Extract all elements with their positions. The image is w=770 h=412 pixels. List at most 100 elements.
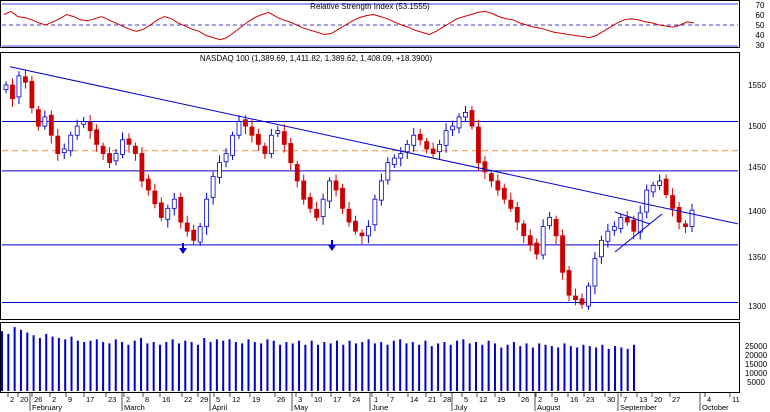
- month-label: July: [454, 403, 468, 412]
- date-tick-label: 26: [521, 395, 529, 404]
- month-label: June: [372, 403, 388, 412]
- candle-body: [100, 145, 106, 154]
- candle-body: [55, 135, 61, 154]
- candle-body: [534, 242, 540, 255]
- month-label: March: [124, 403, 145, 412]
- candle-body: [598, 239, 604, 258]
- candle-body: [107, 153, 112, 164]
- candle-body: [553, 218, 559, 237]
- candle-body: [3, 84, 9, 90]
- candle-body: [255, 133, 261, 145]
- month-label: February: [32, 403, 62, 412]
- price-title: NASDAQ 100 (1,389.69, 1,411.82, 1,389.62…: [200, 54, 433, 63]
- volume-ytick-label: 20000: [745, 351, 768, 360]
- candle-body: [482, 161, 488, 173]
- candle-body: [366, 226, 371, 237]
- candle-body: [94, 129, 100, 145]
- month-label: October: [702, 403, 729, 412]
- candle-body: [126, 138, 132, 145]
- price-ytick-label: 1400: [748, 207, 766, 216]
- candle-body: [191, 229, 197, 241]
- date-tick-label: 2: [10, 395, 14, 404]
- candle-body: [469, 110, 475, 127]
- candle-body: [573, 295, 578, 301]
- candle-body: [437, 143, 443, 153]
- candle-body: [113, 153, 119, 162]
- price-ytick-label: 1500: [748, 122, 766, 131]
- candle-body: [644, 189, 650, 213]
- rsi-ytick-label: 60: [756, 11, 765, 20]
- date-tick-label: 12: [479, 395, 487, 404]
- date-tick-label: 16: [570, 395, 578, 404]
- candle-body: [359, 232, 365, 237]
- candle-body: [139, 153, 145, 182]
- date-tick-label: 20: [20, 395, 28, 404]
- candle-body: [29, 80, 35, 109]
- date-tick-label: 16: [162, 395, 170, 404]
- candle-body: [230, 134, 235, 156]
- candle-body: [495, 180, 501, 191]
- date-tick-label: 29: [200, 395, 208, 404]
- date-tick-label: 14: [410, 395, 418, 404]
- candle-body: [579, 298, 585, 305]
- candle-body: [61, 148, 67, 154]
- candle-body: [521, 223, 527, 237]
- candle-body: [217, 162, 222, 178]
- candle-body: [411, 134, 417, 146]
- price-ytick-label: 1450: [748, 163, 766, 172]
- candle-body: [184, 222, 190, 232]
- candle-body: [301, 180, 307, 200]
- candle-body: [631, 219, 637, 232]
- candle-body: [307, 196, 313, 209]
- candle-body: [443, 130, 449, 146]
- price-panel-frame: [0, 52, 740, 320]
- candle-body: [133, 145, 138, 154]
- candle-body: [650, 185, 656, 193]
- candle-body: [353, 220, 358, 232]
- date-tick-label: 7: [390, 395, 394, 404]
- candle-body: [540, 226, 546, 256]
- rsi-title: Relative Strength Index (53.1555): [310, 2, 430, 11]
- candle-body: [450, 125, 455, 131]
- candle-body: [178, 196, 184, 223]
- candle-body: [35, 109, 41, 127]
- candle-body: [560, 235, 565, 273]
- date-tick-label: 19: [497, 395, 505, 404]
- price-ytick-label: 1350: [748, 253, 766, 262]
- volume-ytick-label: 10000: [745, 369, 768, 378]
- date-tick-label: 10: [314, 395, 322, 404]
- candle-body: [456, 116, 462, 129]
- candle-body: [197, 226, 203, 243]
- date-tick-label: 21: [428, 395, 436, 404]
- candle-body: [320, 198, 326, 217]
- candle-body: [294, 164, 300, 182]
- candle-body: [501, 187, 507, 200]
- rsi-ytick-label: 40: [756, 31, 765, 40]
- candle-body: [10, 84, 15, 100]
- candle-body: [236, 121, 242, 136]
- candle-body: [527, 235, 533, 246]
- candle-body: [87, 122, 93, 132]
- date-tick-label: 12: [232, 395, 240, 404]
- candle-body: [657, 180, 663, 186]
- date-tick-label: 23: [108, 395, 116, 404]
- date-tick-label: 28: [443, 395, 451, 404]
- candle-body: [23, 76, 28, 83]
- candle-body: [145, 178, 151, 191]
- volume-ytick-label: 5000: [747, 378, 765, 387]
- candle-body: [249, 126, 255, 136]
- date-tick-label: 30: [607, 395, 615, 404]
- candle-body: [210, 175, 216, 198]
- candle-body: [346, 208, 352, 223]
- date-tick-label: 8: [145, 395, 149, 404]
- candle-body: [476, 126, 481, 164]
- candle-body: [120, 139, 125, 155]
- candle-body: [152, 190, 158, 205]
- date-tick-label: 19: [252, 395, 260, 404]
- month-label: May: [294, 403, 308, 412]
- candle-body: [618, 217, 624, 229]
- candle-body: [586, 285, 591, 307]
- month-label: April: [212, 403, 227, 412]
- candle-body: [398, 153, 404, 159]
- date-tick-label: 23: [586, 395, 594, 404]
